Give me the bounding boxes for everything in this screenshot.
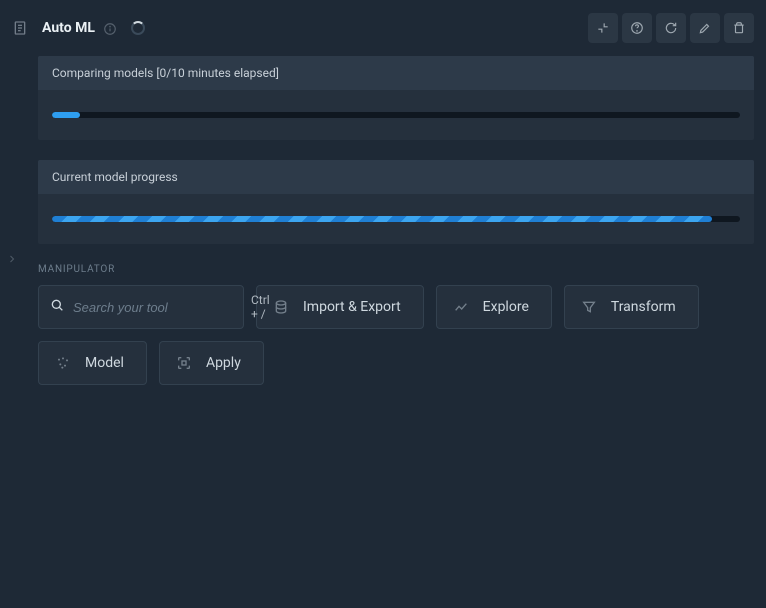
import-export-button[interactable]: Import & Export [256, 285, 424, 329]
current-progress-fill [52, 216, 712, 222]
search-icon [49, 297, 65, 317]
transform-label: Transform [611, 299, 676, 315]
search-input[interactable] [73, 300, 251, 315]
comparing-progress-fill [52, 112, 80, 118]
scatter-icon [55, 355, 71, 371]
topbar-actions [588, 13, 754, 43]
current-panel: Current model progress [38, 160, 754, 244]
comparing-label: Comparing models [0/10 minutes elapsed] [52, 66, 740, 80]
page-title: Auto ML [42, 20, 95, 36]
topbar: Auto ML [0, 0, 766, 56]
comparing-panel: Comparing models [0/10 minutes elapsed] [38, 56, 754, 140]
tool-search[interactable]: Ctrl + / [38, 285, 244, 329]
manipulator-section-label: MANIPULATOR [38, 264, 754, 275]
apply-label: Apply [206, 355, 241, 371]
info-icon[interactable] [103, 21, 117, 35]
search-shortcut: Ctrl + / [251, 293, 270, 321]
delete-button[interactable] [724, 13, 754, 43]
database-icon [273, 299, 289, 315]
comparing-progress-track [52, 112, 740, 118]
chart-line-icon [453, 299, 469, 315]
collapse-button[interactable] [588, 13, 618, 43]
refresh-button[interactable] [656, 13, 686, 43]
model-label: Model [85, 355, 124, 371]
apply-button[interactable]: Apply [159, 341, 264, 385]
left-expand-handle[interactable] [4, 248, 20, 270]
explore-label: Explore [483, 299, 529, 315]
help-button[interactable] [622, 13, 652, 43]
current-progress-track [52, 216, 740, 222]
model-button[interactable]: Model [38, 341, 147, 385]
current-label: Current model progress [52, 170, 740, 184]
manipulator-toolbox: Ctrl + / Import & Export Explore Transfo… [38, 285, 754, 385]
scan-icon [176, 355, 192, 371]
funnel-icon [581, 299, 597, 315]
transform-button[interactable]: Transform [564, 285, 699, 329]
document-icon [12, 20, 28, 36]
edit-button[interactable] [690, 13, 720, 43]
import-export-label: Import & Export [303, 299, 401, 315]
loading-spinner-icon [131, 21, 145, 35]
explore-button[interactable]: Explore [436, 285, 552, 329]
